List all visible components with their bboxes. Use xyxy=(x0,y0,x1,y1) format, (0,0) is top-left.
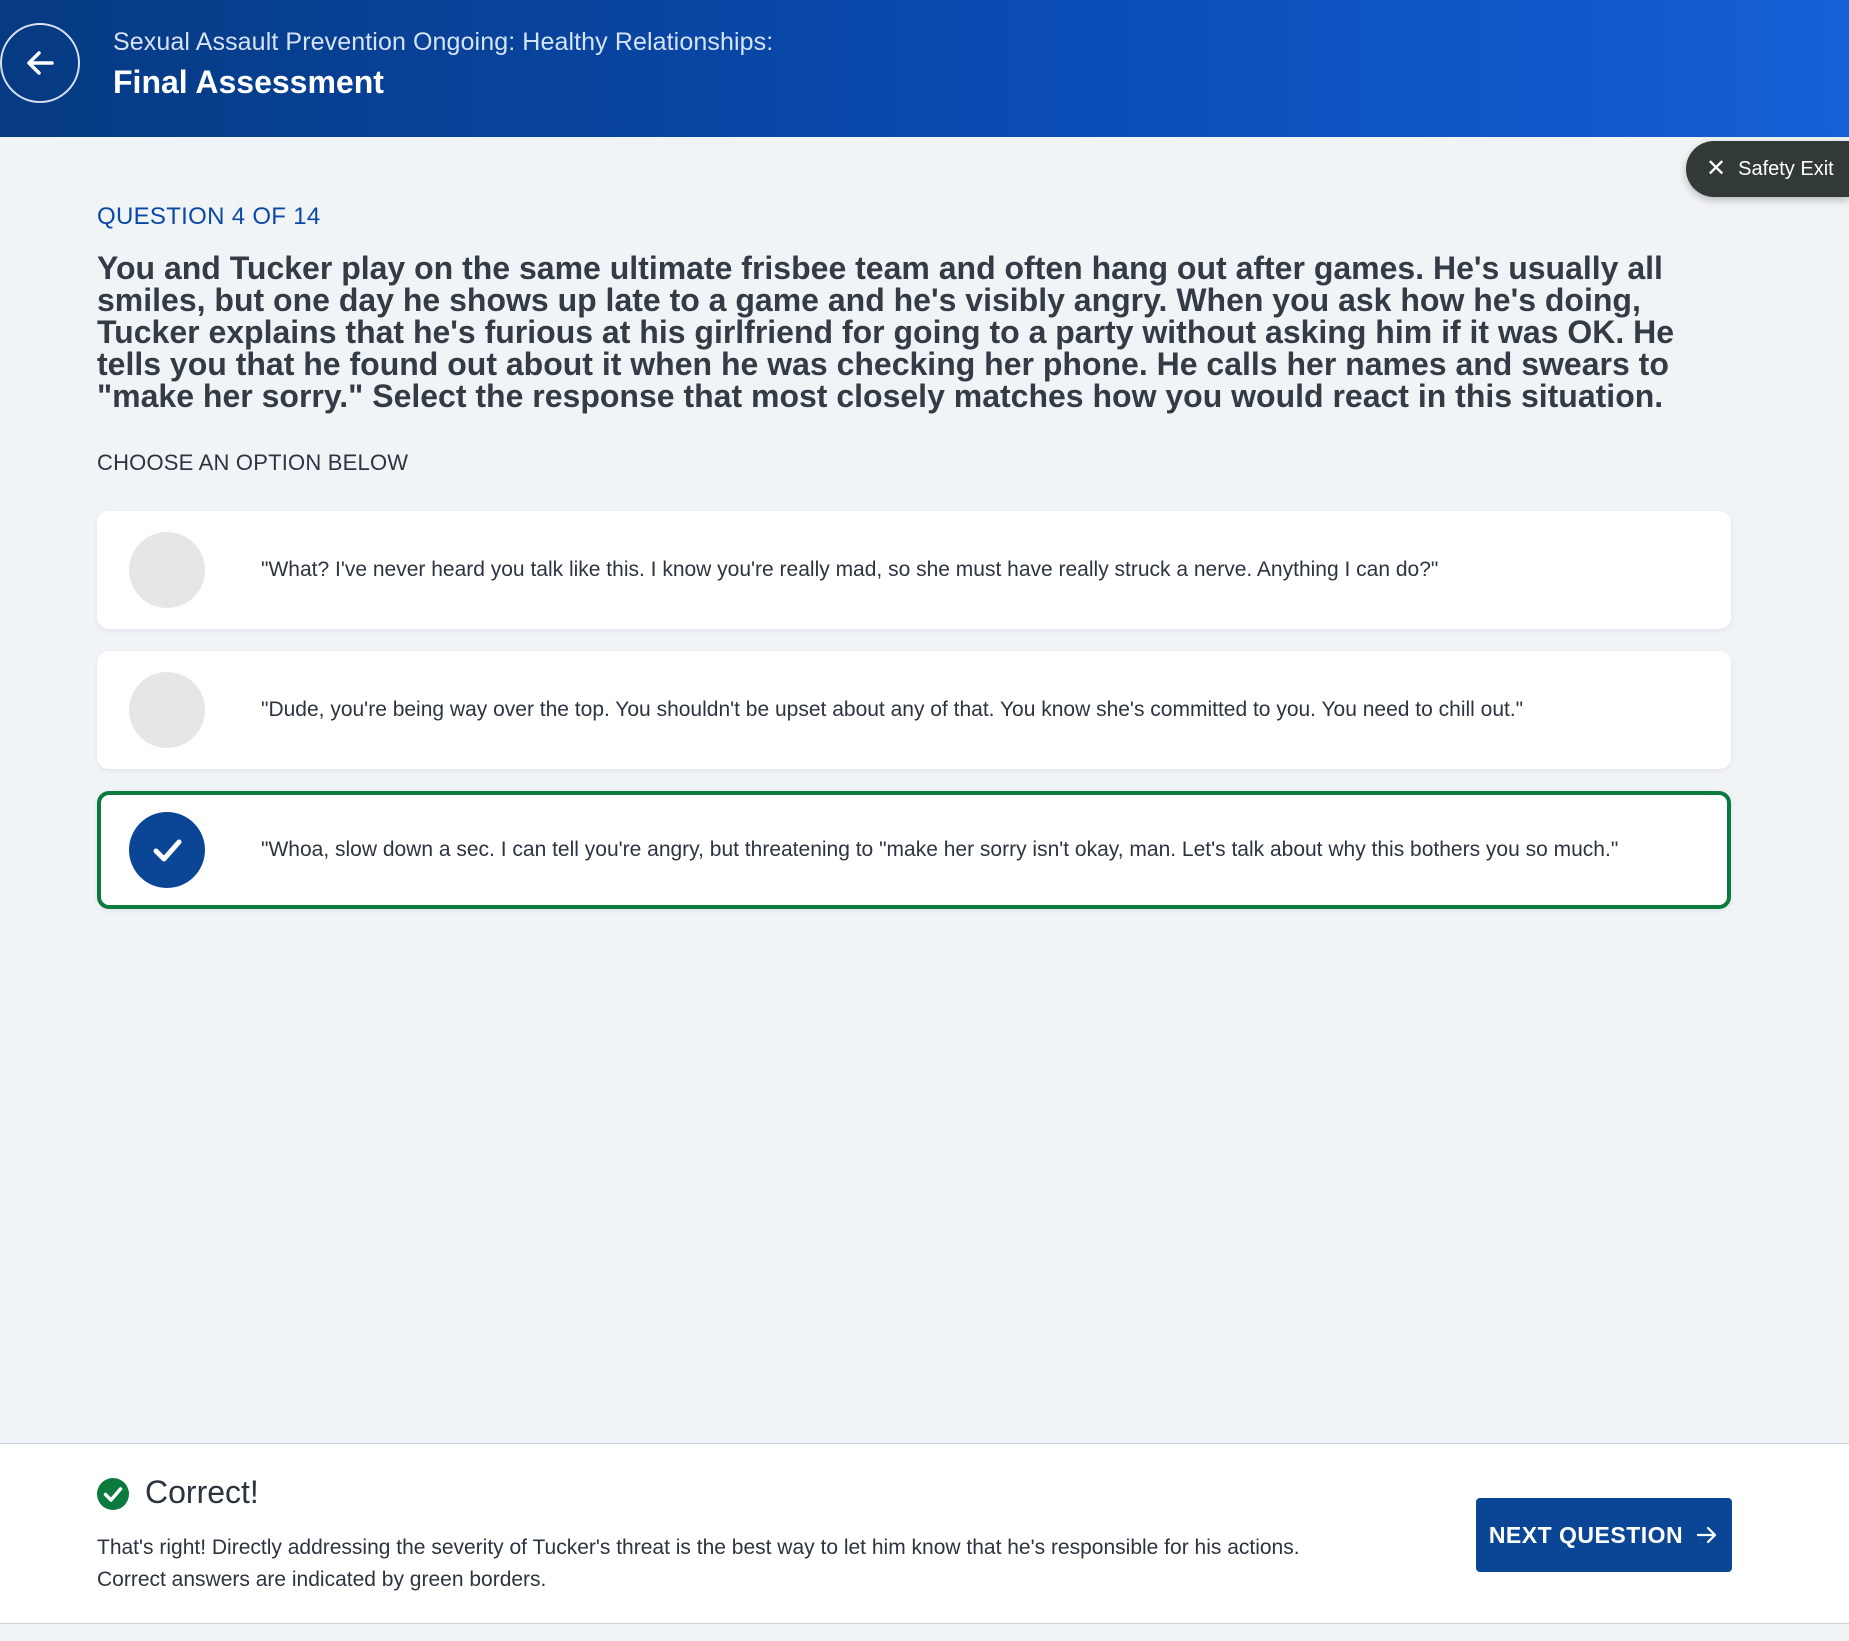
feedback-message: That's right! Directly addressing the se… xyxy=(97,1532,1300,1596)
option-radio[interactable] xyxy=(129,532,205,608)
check-circle-icon xyxy=(97,1478,129,1510)
feedback-panel: Correct! That's right! Directly addressi… xyxy=(0,1443,1849,1624)
answer-option-1[interactable]: "What? I've never heard you talk like th… xyxy=(97,511,1731,629)
option-radio[interactable] xyxy=(129,672,205,748)
page-title: Final Assessment xyxy=(113,64,384,100)
page-header: Sexual Assault Prevention Ongoing: Healt… xyxy=(0,0,1849,137)
option-text: "Whoa, slow down a sec. I can tell you'r… xyxy=(261,838,1619,861)
question-text: You and Tucker play on the same ultimate… xyxy=(97,250,1674,414)
feedback-title: Correct! xyxy=(145,1474,259,1510)
option-text: "Dude, you're being way over the top. Yo… xyxy=(261,698,1524,721)
option-text: "What? I've never heard you talk like th… xyxy=(261,558,1439,581)
checkmark-icon xyxy=(153,839,182,862)
safety-exit-button[interactable]: ✕ Safety Exit xyxy=(1686,141,1849,197)
back-button[interactable] xyxy=(0,23,80,103)
arrow-right-icon xyxy=(1697,1526,1717,1544)
course-subtitle: Sexual Assault Prevention Ongoing: Healt… xyxy=(113,28,774,56)
feedback-message-line: That's right! Directly addressing the se… xyxy=(97,1536,1300,1559)
feedback-note-line: Correct answers are indicated by green b… xyxy=(97,1568,547,1591)
answer-option-3[interactable]: "Whoa, slow down a sec. I can tell you'r… xyxy=(97,791,1731,909)
safety-exit-label: Safety Exit xyxy=(1738,157,1834,180)
question-counter: QUESTION 4 OF 14 xyxy=(97,203,321,230)
close-icon: ✕ xyxy=(1706,155,1727,182)
choose-option-label: CHOOSE AN OPTION BELOW xyxy=(97,450,409,475)
arrow-left-icon xyxy=(27,51,54,75)
option-radio-selected[interactable] xyxy=(129,812,205,888)
next-question-button[interactable]: NEXT QUESTION xyxy=(1476,1498,1732,1572)
next-question-label: NEXT QUESTION xyxy=(1488,1521,1684,1548)
answer-option-2[interactable]: "Dude, you're being way over the top. Yo… xyxy=(97,651,1731,769)
